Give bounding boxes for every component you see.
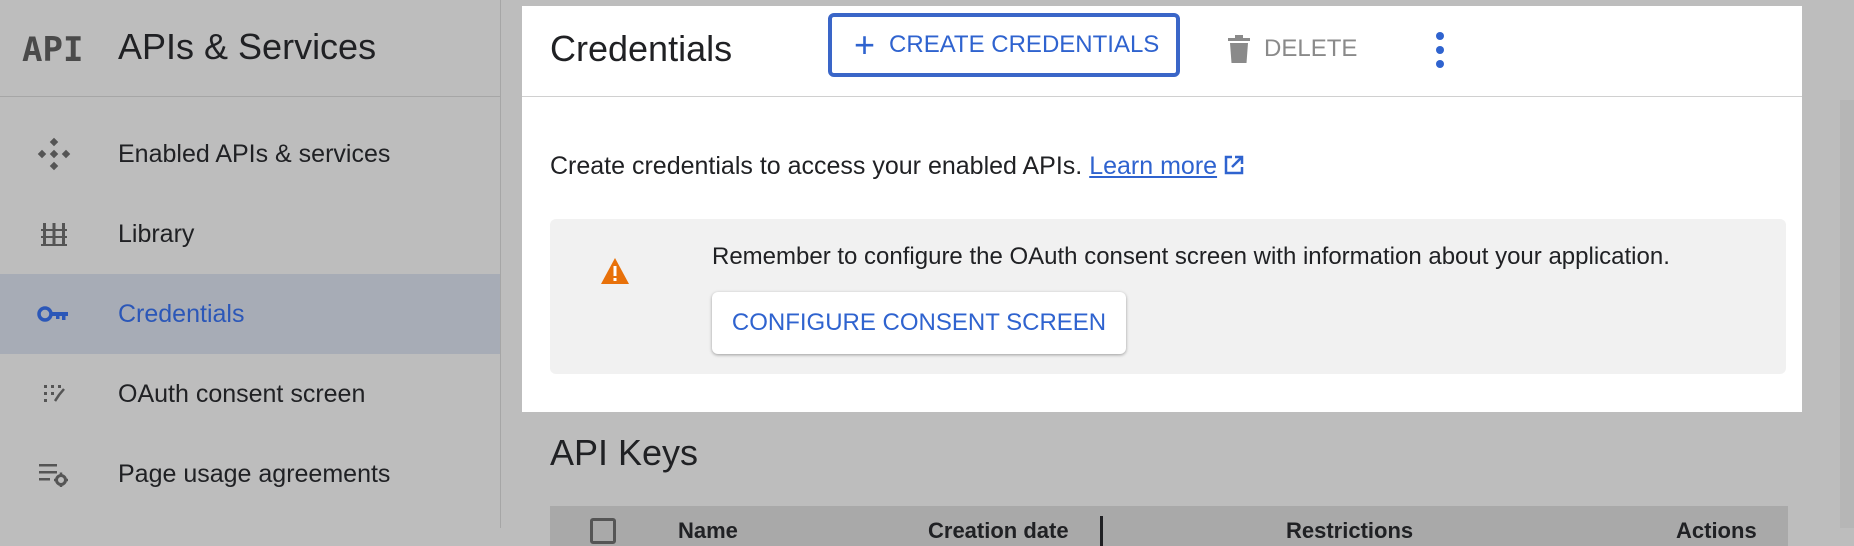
- app-title: APIs & Services: [118, 26, 377, 67]
- sidebar-item-label: Enabled APIs & services: [118, 139, 391, 168]
- notice-text: Remember to configure the OAuth consent …: [712, 243, 1670, 270]
- sidebar-item-oauth-consent[interactable]: OAuth consent screen: [0, 354, 500, 434]
- learn-more-link[interactable]: Learn more: [1089, 152, 1217, 180]
- consent-notice: Remember to configure the OAuth consent …: [550, 219, 1786, 374]
- scrollbar[interactable]: [1840, 100, 1854, 528]
- select-all-checkbox[interactable]: [590, 518, 616, 544]
- column-header-creation-date[interactable]: Creation date: [928, 518, 1069, 544]
- page-title: Credentials: [550, 28, 733, 69]
- api-keys-title: API Keys: [550, 432, 699, 473]
- delete-label: DELETE: [1264, 35, 1358, 62]
- sidebar-item-library[interactable]: Library: [0, 194, 500, 274]
- sidebar-header: API APIs & Services: [0, 0, 500, 97]
- configure-consent-screen-button[interactable]: CONFIGURE CONSENT SCREEN: [712, 292, 1126, 354]
- key-icon: [28, 294, 80, 334]
- warning-icon: [601, 258, 629, 284]
- sidebar-item-label: Library: [118, 219, 195, 248]
- credentials-toolbar: Credentials + CREATE CREDENTIALS DELETE: [522, 6, 1802, 97]
- create-credentials-button[interactable]: + CREATE CREDENTIALS: [828, 13, 1180, 77]
- more-options-icon[interactable]: [1428, 30, 1452, 70]
- sidebar-item-credentials[interactable]: Credentials: [0, 274, 500, 354]
- intro-message: Create credentials to access your enable…: [550, 152, 1083, 180]
- library-icon: [28, 214, 80, 254]
- trash-icon: [1228, 35, 1250, 63]
- diamond-dots-icon: [28, 134, 80, 174]
- oauth-icon: [28, 374, 80, 414]
- settings-list-icon: [28, 454, 80, 494]
- sidebar-item-label: Page usage agreements: [118, 459, 391, 488]
- external-link-icon: [1224, 155, 1244, 175]
- column-header-restrictions[interactable]: Restrictions: [1286, 518, 1413, 544]
- sidebar-item-page-usage[interactable]: Page usage agreements: [0, 434, 500, 514]
- intro-text: Create credentials to access your enable…: [550, 152, 1245, 181]
- api-keys-table-header: Name Creation date Restrictions Actions: [550, 506, 1788, 546]
- api-logo: API: [22, 30, 84, 70]
- delete-button[interactable]: DELETE: [1228, 24, 1357, 74]
- credentials-content: Create credentials to access your enable…: [522, 97, 1802, 412]
- sidebar-item-label: Credentials: [118, 299, 245, 328]
- create-credentials-label: CREATE CREDENTIALS: [889, 31, 1160, 58]
- column-header-name[interactable]: Name: [678, 518, 738, 544]
- column-resize-handle[interactable]: [1100, 516, 1103, 546]
- configure-label: CONFIGURE CONSENT SCREEN: [731, 309, 1107, 336]
- column-header-actions: Actions: [1676, 518, 1757, 543]
- sidebar-item-enabled-apis[interactable]: Enabled APIs & services: [0, 114, 500, 194]
- sidebar: API APIs & Services Enabled APIs & servi…: [0, 0, 501, 528]
- sidebar-item-label: OAuth consent screen: [118, 379, 366, 408]
- plus-icon: +: [854, 24, 876, 65]
